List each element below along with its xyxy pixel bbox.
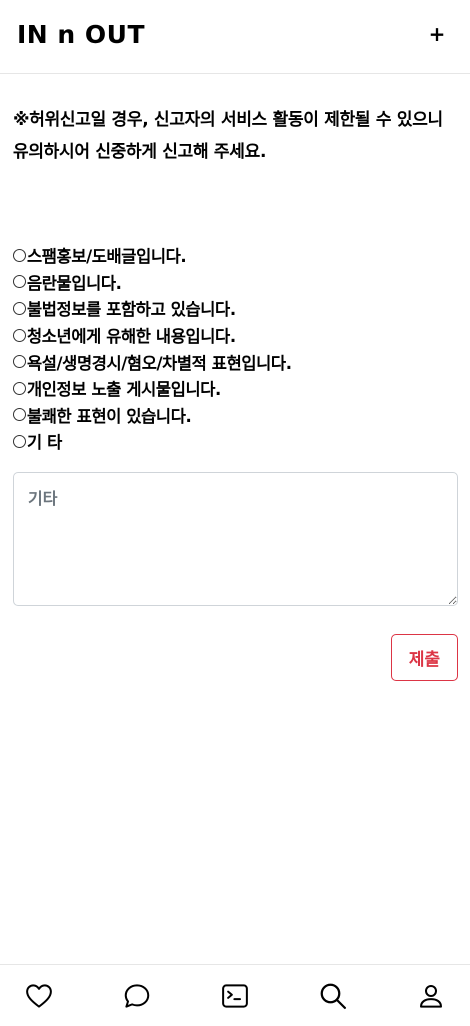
other-reason-textarea[interactable]: [13, 472, 458, 606]
report-option-illegal[interactable]: 불법정보를 포함하고 있습니다.: [13, 295, 458, 322]
report-option-label: 스팸홍보/도배글입니다.: [27, 247, 187, 267]
chat-icon: [124, 983, 150, 1008]
nav-terminal[interactable]: [218, 979, 252, 1013]
radio-button[interactable]: [13, 434, 26, 448]
radio-button[interactable]: [13, 248, 26, 262]
nav-chat[interactable]: [120, 979, 154, 1013]
report-option-offensive[interactable]: 불쾌한 표현이 있습니다.: [13, 402, 458, 429]
report-option-label: 개인정보 노출 게시물입니다.: [27, 380, 221, 400]
report-option-obscene[interactable]: 음란물입니다.: [13, 269, 458, 296]
report-reason-list: 스팸홍보/도배글입니다. 음란물입니다. 불법정보를 포함하고 있습니다. 청소…: [13, 242, 458, 455]
report-option-label: 음란물입니다.: [27, 273, 122, 293]
radio-button[interactable]: [13, 381, 26, 395]
report-option-spam[interactable]: 스팸홍보/도배글입니다.: [13, 242, 458, 269]
radio-button[interactable]: [13, 408, 26, 422]
radio-button[interactable]: [13, 328, 26, 342]
search-icon: [320, 983, 346, 1009]
bottom-navigation: [0, 964, 470, 1026]
nav-heart[interactable]: [22, 979, 56, 1013]
report-option-label: 청소년에게 유해한 내용입니다.: [27, 327, 236, 347]
profile-icon: [420, 984, 442, 1008]
report-option-hate-speech[interactable]: 욕설/생명경시/혐오/차별적 표현입니다.: [13, 348, 458, 375]
submit-button[interactable]: 제출: [391, 634, 458, 681]
report-option-label: 불법정보를 포함하고 있습니다.: [27, 300, 236, 320]
radio-button[interactable]: [13, 301, 26, 315]
report-option-personal-info[interactable]: 개인정보 노출 게시물입니다.: [13, 375, 458, 402]
app-logo[interactable]: IN n OUT: [17, 20, 145, 49]
report-option-label: 불쾌한 표현이 있습니다.: [27, 406, 192, 426]
heart-icon: [26, 983, 52, 1008]
app-header: IN n OUT +: [0, 0, 470, 74]
add-post-button[interactable]: +: [426, 20, 448, 48]
nav-search[interactable]: [316, 979, 350, 1013]
report-option-harmful-to-minors[interactable]: 청소년에게 유해한 내용입니다.: [13, 322, 458, 349]
radio-button[interactable]: [13, 275, 26, 289]
report-warning-notice: ※허위신고일 경우, 신고자의 서비스 활동이 제한될 수 있으니 유의하시어 …: [13, 110, 443, 162]
nav-profile[interactable]: [414, 979, 448, 1013]
report-option-other[interactable]: 기 타: [13, 428, 458, 455]
terminal-icon: [222, 983, 248, 1008]
radio-button[interactable]: [13, 355, 26, 369]
report-option-label: 욕설/생명경시/혐오/차별적 표현입니다.: [27, 353, 292, 373]
report-option-label: 기 타: [27, 433, 62, 453]
